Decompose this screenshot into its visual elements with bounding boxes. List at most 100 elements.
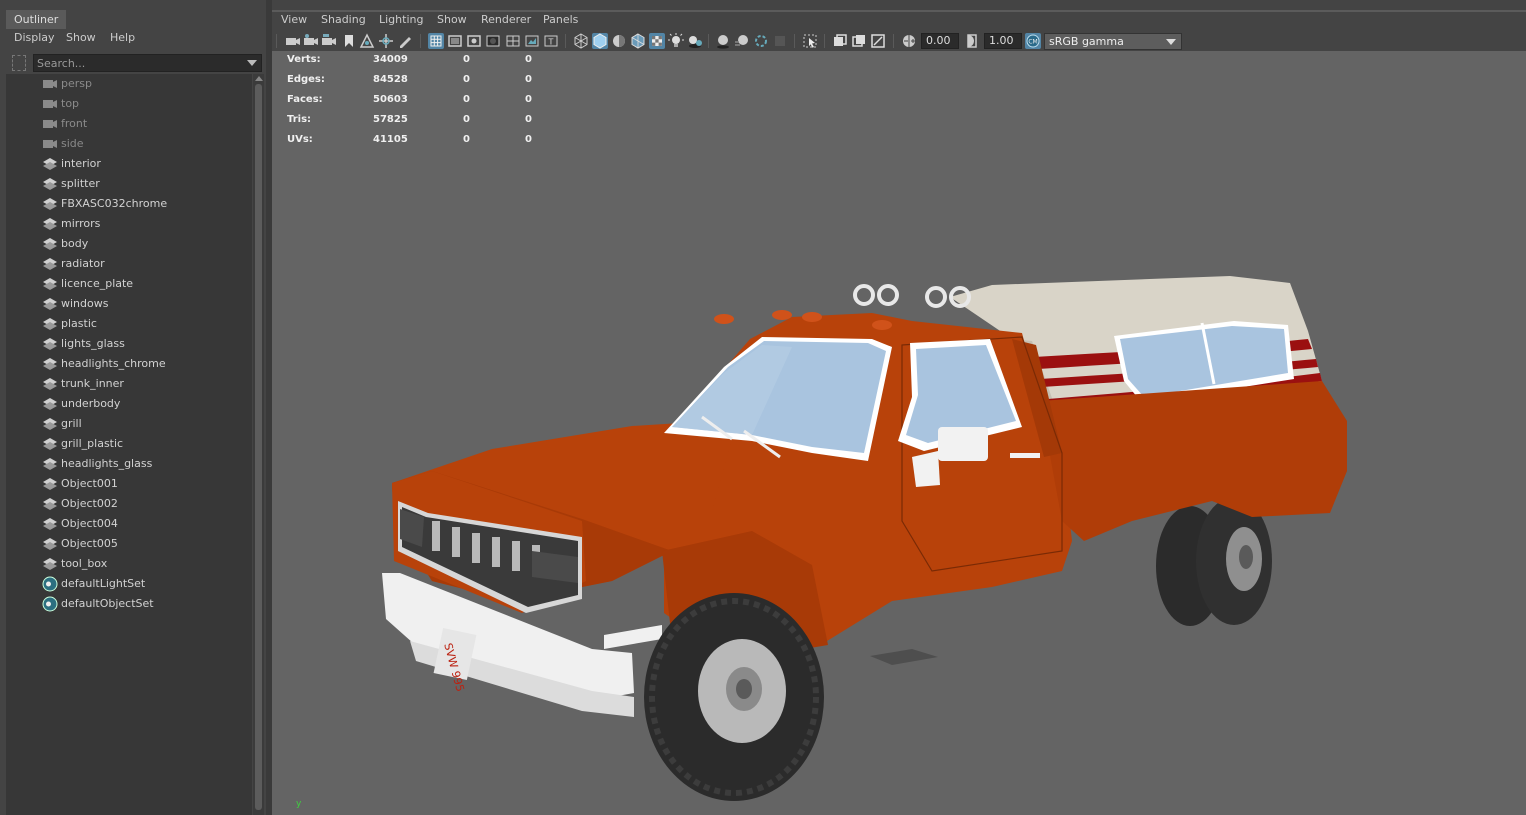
outliner-item-defaultobjectset[interactable]: defaultObjectSet xyxy=(6,594,252,614)
xray-icon[interactable] xyxy=(832,33,848,49)
viewport-menu-panels[interactable]: Panels xyxy=(543,13,578,26)
outliner-item-underbody[interactable]: underbody xyxy=(6,394,252,414)
outliner-item-headlights-chrome[interactable]: headlights_chrome xyxy=(6,354,252,374)
scroll-thumb[interactable] xyxy=(255,84,262,810)
outliner-item-label: trunk_inner xyxy=(61,377,124,390)
screen-space-ao-icon[interactable] xyxy=(715,33,731,49)
outliner-item-trunk-inner[interactable]: trunk_inner xyxy=(6,374,252,394)
gate-mask-icon[interactable] xyxy=(485,33,501,49)
safe-action-icon[interactable] xyxy=(524,33,540,49)
smooth-shade-icon[interactable] xyxy=(592,33,608,49)
depth-of-field-icon[interactable] xyxy=(772,33,788,49)
search-dropdown-arrow-icon[interactable] xyxy=(247,60,257,66)
outliner-item-object001[interactable]: Object001 xyxy=(6,474,252,494)
viewport-menu-renderer[interactable]: Renderer xyxy=(481,13,531,26)
outliner-item-object005[interactable]: Object005 xyxy=(6,534,252,554)
outliner-item-splitter[interactable]: splitter xyxy=(6,174,252,194)
shadows-icon[interactable] xyxy=(687,33,703,49)
outliner-item-tool-box[interactable]: tool_box xyxy=(6,554,252,574)
outliner-item-label: mirrors xyxy=(61,217,101,230)
outliner-item-side[interactable]: side xyxy=(6,134,252,154)
bookmark-camera-icon[interactable] xyxy=(321,33,337,49)
outliner-item-label: defaultObjectSet xyxy=(61,597,154,610)
camera-attributes-icon[interactable] xyxy=(303,33,319,49)
resolution-gate-icon[interactable] xyxy=(466,33,482,49)
outliner-item-plastic[interactable]: plastic xyxy=(6,314,252,334)
outliner-item-radiator[interactable]: radiator xyxy=(6,254,252,274)
grip-icon[interactable] xyxy=(12,55,26,71)
outliner-item-label: side xyxy=(61,137,84,150)
outliner-item-grill-plastic[interactable]: grill_plastic xyxy=(6,434,252,454)
outliner-item-windows[interactable]: windows xyxy=(6,294,252,314)
gamma-icon[interactable] xyxy=(964,33,980,49)
viewport-menu-shading[interactable]: Shading xyxy=(321,13,366,26)
bookmark-icon[interactable] xyxy=(341,33,357,49)
outliner-item-headlights-glass[interactable]: headlights_glass xyxy=(6,454,252,474)
outliner-item-defaultlightset[interactable]: defaultLightSet xyxy=(6,574,252,594)
outliner-scrollbar[interactable] xyxy=(253,74,264,815)
motion-blur-icon[interactable] xyxy=(734,33,750,49)
outliner-item-label: licence_plate xyxy=(61,277,134,290)
outliner-menu-display[interactable]: Display xyxy=(14,31,55,44)
outliner-menu-help[interactable]: Help xyxy=(110,31,135,44)
xray-active-components-icon[interactable] xyxy=(870,33,886,49)
viewport-menu-view[interactable]: View xyxy=(281,13,307,26)
grease-pencil-icon[interactable] xyxy=(397,33,413,49)
isolate-select-icon[interactable] xyxy=(802,33,818,49)
wireframe-icon[interactable] xyxy=(573,33,589,49)
front-wheel xyxy=(644,593,824,801)
outliner-item-persp[interactable]: persp xyxy=(6,74,252,94)
multisample-aa-icon[interactable] xyxy=(753,33,769,49)
outliner-item-grill[interactable]: grill xyxy=(6,414,252,434)
exposure-field[interactable]: 0.00 xyxy=(921,33,959,49)
outliner-item-label: front xyxy=(61,117,88,130)
mesh-node-icon xyxy=(42,278,58,290)
field-chart-icon[interactable] xyxy=(505,33,521,49)
viewport-menu-show[interactable]: Show xyxy=(437,13,467,26)
outliner-title-tab[interactable]: Outliner xyxy=(6,10,67,29)
outliner-item-label: Object001 xyxy=(61,477,118,490)
safe-title-icon[interactable]: T xyxy=(543,33,559,49)
xray-joints-icon[interactable] xyxy=(851,33,867,49)
mesh-node-icon xyxy=(42,398,58,410)
mesh-node-icon xyxy=(42,538,58,550)
default-material-icon[interactable] xyxy=(611,33,627,49)
outliner-item-front[interactable]: front xyxy=(6,114,252,134)
outliner-item-interior[interactable]: interior xyxy=(6,154,252,174)
outliner-item-lights-glass[interactable]: lights_glass xyxy=(6,334,252,354)
outliner-item-top[interactable]: top xyxy=(6,94,252,114)
outliner-item-object004[interactable]: Object004 xyxy=(6,514,252,534)
outliner-item-object002[interactable]: Object002 xyxy=(6,494,252,514)
outliner-panel: Outliner Display Show Help persp top front… xyxy=(0,0,266,815)
pickup-truck-model[interactable]: SVW 995 xyxy=(372,221,1352,811)
image-plane-icon[interactable] xyxy=(359,33,375,49)
mesh-node-icon xyxy=(42,318,58,330)
camera-icon xyxy=(42,78,58,90)
outliner-item-mirrors[interactable]: mirrors xyxy=(6,214,252,234)
textured-icon[interactable] xyxy=(649,33,665,49)
outliner-item-label: grill_plastic xyxy=(61,437,124,450)
film-gate-icon[interactable] xyxy=(447,33,463,49)
color-space-dropdown[interactable]: sRGB gamma xyxy=(1044,33,1182,50)
outliner-menu-show[interactable]: Show xyxy=(66,31,96,44)
axis-indicator-y: y xyxy=(296,799,302,809)
scroll-up-arrow-icon[interactable] xyxy=(255,76,263,81)
use-all-lights-icon[interactable] xyxy=(668,33,684,49)
2d-pan-zoom-icon[interactable] xyxy=(378,33,394,49)
exposure-icon[interactable] xyxy=(901,33,917,49)
outliner-list: persp top front side interior splitter FBXASC0… xyxy=(6,74,252,815)
outliner-item-body[interactable]: body xyxy=(6,234,252,254)
toolbar-separator xyxy=(824,34,825,48)
color-management-icon[interactable]: CM xyxy=(1025,33,1041,49)
outliner-item-fbxasc032chrome[interactable]: FBXASC032chrome xyxy=(6,194,252,214)
select-camera-icon[interactable] xyxy=(285,33,301,49)
grid-icon[interactable] xyxy=(428,33,444,49)
mesh-node-icon xyxy=(42,198,58,210)
3d-viewport[interactable]: Verts: 34009 0 0 Edges: 84528 0 0 Faces: 50603 0 0 T… xyxy=(272,51,1526,815)
search-input[interactable] xyxy=(37,56,242,71)
mesh-node-icon xyxy=(42,498,58,510)
wireframe-on-shaded-icon[interactable] xyxy=(630,33,646,49)
viewport-menu-lighting[interactable]: Lighting xyxy=(379,13,423,26)
gamma-field[interactable]: 1.00 xyxy=(984,33,1022,49)
outliner-item-licence-plate[interactable]: licence_plate xyxy=(6,274,252,294)
